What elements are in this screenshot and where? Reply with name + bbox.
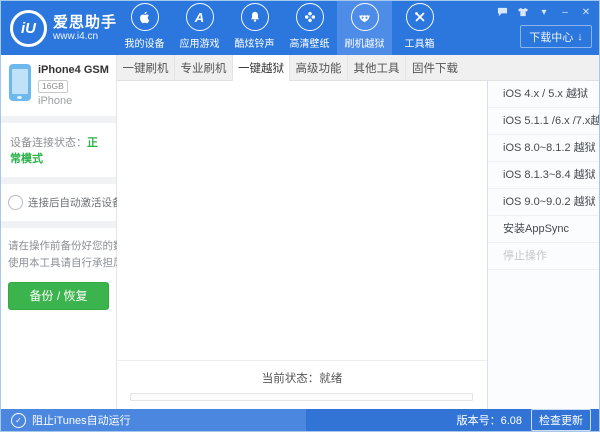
app-window: iU 爱思助手 www.i4.cn 我的设备 A 应用游戏 酷炫铃声: [0, 0, 600, 432]
radio-icon[interactable]: [8, 195, 23, 210]
tab-one-key-flash[interactable]: 一键刷机: [117, 55, 175, 80]
window-controls: ▾ – ✕: [496, 6, 592, 18]
device-model: iPhone: [38, 95, 109, 107]
auto-activate-label: 连接后自动激活设备: [28, 195, 123, 210]
version-number: 版本号：6.08: [457, 412, 522, 428]
action-ios4-5-jailbreak[interactable]: iOS 4.x / 5.x 越狱: [488, 81, 599, 108]
action-ios80-812-jailbreak[interactable]: iOS 8.0~8.1.2 越狱: [488, 135, 599, 162]
action-stop-operation: 停止操作: [488, 243, 599, 270]
warning-text-line2: 使用本工具请自行承担风险: [8, 255, 109, 272]
action-ios511-6-7-jailbreak[interactable]: iOS 5.1.1 /6.x /7.x越狱: [488, 108, 599, 135]
nav-label: 刷机越狱: [345, 35, 385, 50]
nav-label: 应用游戏: [180, 35, 220, 50]
jailbreak-mask-icon: [351, 3, 379, 31]
download-arrow-icon: ↓: [577, 31, 583, 43]
backup-restore-button[interactable]: 备份 / 恢复: [8, 282, 109, 310]
tab-advanced-features[interactable]: 高级功能: [290, 55, 348, 80]
appstore-icon: A: [186, 3, 214, 31]
nav-item-wallpapers[interactable]: 高清壁纸: [282, 1, 337, 55]
app-title: 爱思助手: [53, 14, 117, 31]
block-itunes-label: 阻止iTunes自动运行: [32, 412, 131, 428]
divider: [1, 221, 116, 228]
tab-firmware-download[interactable]: 固件下载: [406, 55, 464, 80]
divider: [1, 116, 116, 123]
connection-status: 设备连接状态：正常模式: [1, 123, 116, 177]
device-sidebar: iPhone4 GSM 16GB iPhone 设备连接状态：正常模式 连接后自…: [1, 55, 117, 409]
divider: [1, 177, 116, 184]
jailbreak-actions-panel: iOS 4.x / 5.x 越狱 iOS 5.1.1 /6.x /7.x越狱 i…: [487, 81, 599, 409]
minimize-icon[interactable]: –: [559, 6, 571, 18]
nav-item-flash-jailbreak[interactable]: 刷机越狱: [337, 1, 392, 55]
main-nav: 我的设备 A 应用游戏 酷炫铃声 高清壁纸: [117, 1, 447, 55]
download-center-label: 下载中心: [529, 29, 573, 45]
jailbreak-main-panel: 当前状态：就绪: [117, 81, 487, 409]
action-install-appsync[interactable]: 安装AppSync: [488, 216, 599, 243]
toolbox-icon: [406, 3, 434, 31]
device-info-card: iPhone4 GSM 16GB iPhone: [1, 55, 116, 116]
status-area: 当前状态：就绪: [117, 360, 487, 409]
auto-activate-option[interactable]: 连接后自动激活设备: [1, 184, 116, 221]
header-bar: iU 爱思助手 www.i4.cn 我的设备 A 应用游戏 酷炫铃声: [1, 1, 599, 55]
warning-text-line1: 请在操作前备份好您的数据: [8, 238, 109, 255]
tab-other-tools[interactable]: 其他工具: [348, 55, 406, 80]
iphone-icon: [9, 64, 31, 101]
i4-logo-icon: iU: [10, 10, 47, 47]
function-tabs: 一键刷机 专业刷机 一键越狱 高级功能 其他工具 固件下载: [117, 55, 599, 81]
feedback-icon[interactable]: [496, 6, 508, 18]
close-icon[interactable]: ✕: [580, 6, 592, 18]
nav-label: 高清壁纸: [290, 35, 330, 50]
apple-icon: [131, 3, 159, 31]
bell-icon: [241, 3, 269, 31]
app-url: www.i4.cn: [53, 31, 117, 43]
check-circle-icon: ✓: [11, 413, 26, 428]
nav-label: 我的设备: [125, 35, 165, 50]
block-itunes-toggle[interactable]: ✓ 阻止iTunes自动运行: [1, 409, 306, 431]
wallpaper-icon: [296, 3, 324, 31]
action-ios90-902-jailbreak[interactable]: iOS 9.0~9.0.2 越狱: [488, 189, 599, 216]
footer-bar: ✓ 阻止iTunes自动运行 版本号：6.08 检查更新: [1, 409, 599, 431]
connection-status-label: 设备连接状态：: [10, 137, 87, 149]
backup-warning-card: 请在操作前备份好您的数据 使用本工具请自行承担风险 备份 / 恢复: [1, 228, 116, 322]
nav-item-apps-games[interactable]: A 应用游戏: [172, 1, 227, 55]
device-name: iPhone4 GSM: [38, 64, 109, 76]
nav-label: 酷炫铃声: [235, 35, 275, 50]
nav-item-my-device[interactable]: 我的设备: [117, 1, 172, 55]
nav-label: 工具箱: [405, 35, 435, 50]
progress-bar: [130, 393, 473, 401]
skin-theme-icon[interactable]: [517, 6, 529, 18]
nav-item-ringtones[interactable]: 酷炫铃声: [227, 1, 282, 55]
action-ios813-84-jailbreak[interactable]: iOS 8.1.3~8.4 越狱: [488, 162, 599, 189]
check-update-button[interactable]: 检查更新: [531, 409, 591, 431]
tab-one-key-jailbreak[interactable]: 一键越狱: [232, 55, 290, 81]
current-status-text: 当前状态：就绪: [117, 370, 487, 386]
app-logo: iU 爱思助手 www.i4.cn: [1, 1, 117, 55]
device-capacity-badge: 16GB: [38, 80, 68, 93]
menu-chevron-icon[interactable]: ▾: [538, 6, 550, 18]
nav-item-toolbox[interactable]: 工具箱: [392, 1, 447, 55]
download-center-button[interactable]: 下载中心 ↓: [520, 25, 592, 48]
tab-pro-flash[interactable]: 专业刷机: [175, 55, 233, 80]
